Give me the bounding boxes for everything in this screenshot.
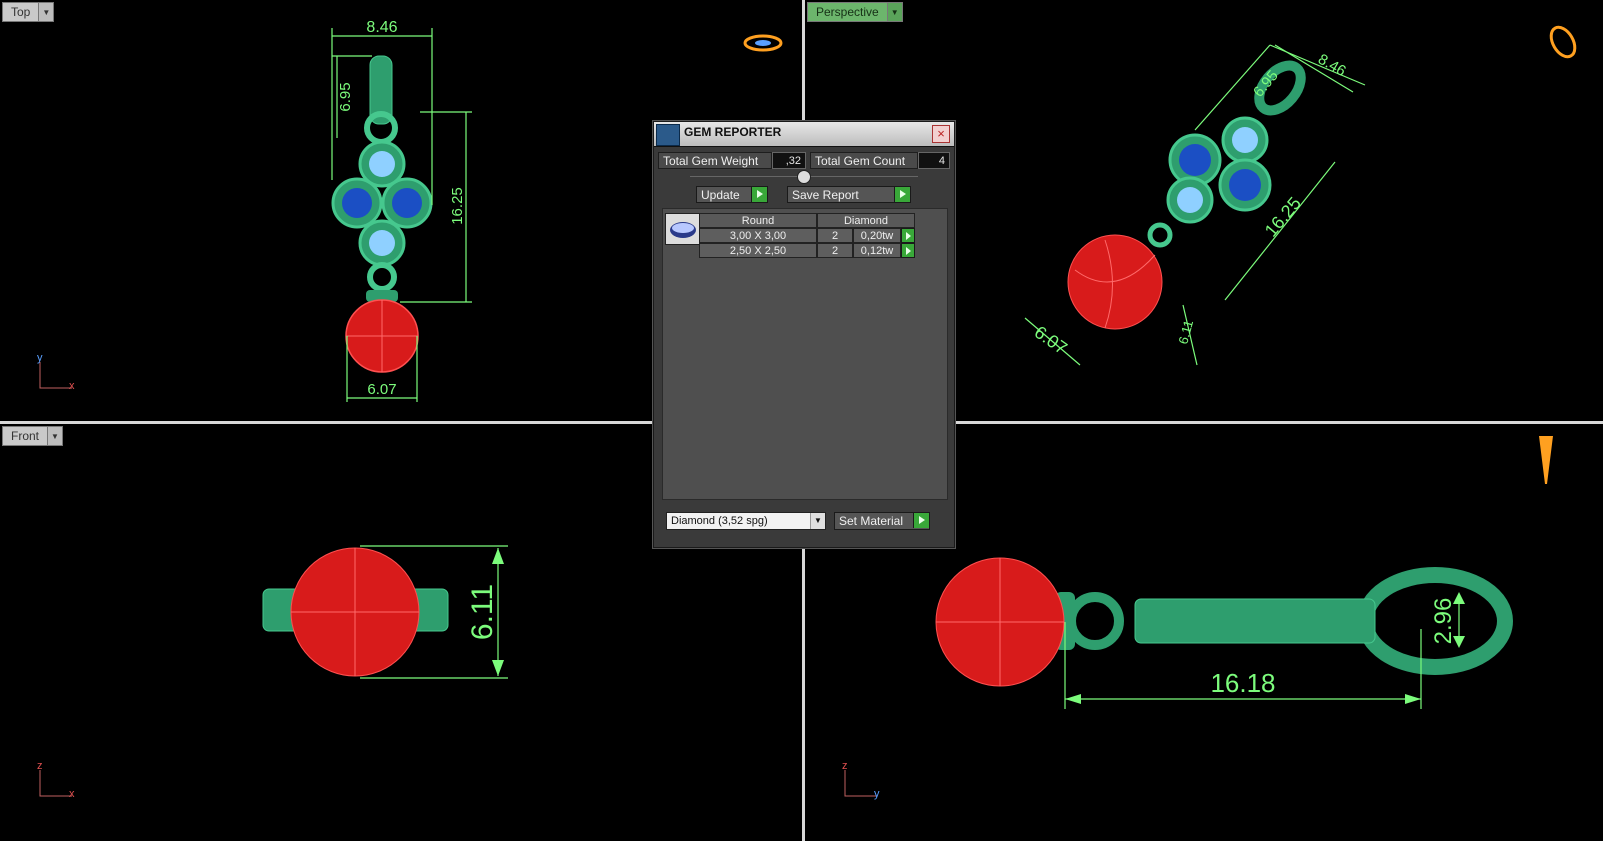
axis-x-label: x	[69, 788, 75, 800]
dim-ring-label: 2.96	[1430, 598, 1457, 645]
set-material-button-label: Set Material	[839, 514, 904, 528]
axis-gizmo	[39, 770, 72, 797]
material-select[interactable]: Diamond (3,52 spg) ▼	[666, 512, 826, 530]
table-cell-count: 2	[817, 243, 853, 258]
axis-z-label: z	[842, 760, 848, 772]
gem-reporter-icon	[656, 124, 680, 146]
gem-thumbnail	[665, 213, 701, 245]
gem-left	[342, 188, 372, 218]
gem-report-panel: Round Diamond 3,00 X 3,00 2 0,20tw 2,50 …	[662, 208, 948, 500]
dim-ball-depth-label: 6.11	[1175, 318, 1196, 345]
row-select-arrow-icon[interactable]	[901, 243, 915, 258]
table-cell-size: 3,00 X 3,00	[699, 228, 817, 243]
collapse-toggle-icon[interactable]	[797, 170, 811, 184]
set-material-button[interactable]: Set Material	[834, 512, 930, 530]
table-header-shape: Round	[699, 213, 817, 228]
table-header-material: Diamond	[817, 213, 915, 228]
total-gem-weight-label: Total Gem Weight	[658, 152, 772, 169]
dim-bail-label: 6.95	[337, 82, 354, 111]
axis-y-label: y	[874, 788, 880, 800]
table-cell-size: 2,50 X 2,50	[699, 243, 817, 258]
dim-cluster-label: 16.25	[449, 187, 466, 225]
dim-height-label: 6.11	[466, 584, 499, 640]
pendant-body	[1134, 598, 1376, 644]
dim-cluster-label: 16.25	[1261, 193, 1305, 240]
total-gem-count-value: 4	[918, 152, 950, 169]
gem-top	[369, 151, 395, 177]
gem-reporter-dialog: GEM REPORTER × Total Gem Weight ,32 Tota…	[653, 121, 955, 548]
table-cell-weight: 0,12tw	[853, 243, 901, 258]
viewport-label-text: Perspective	[816, 5, 879, 19]
row-select-arrow-icon[interactable]	[901, 228, 915, 243]
view-pendant-icon[interactable]	[1539, 436, 1553, 484]
gem-right	[392, 188, 422, 218]
save-report-button-label: Save Report	[792, 188, 859, 202]
chevron-down-icon[interactable]: ▼	[886, 3, 902, 21]
axis-z-label: z	[37, 760, 43, 772]
viewport-label-text: Top	[11, 5, 31, 19]
play-arrow-icon	[913, 513, 929, 528]
viewport-label-front[interactable]: Front ▼	[2, 426, 64, 446]
axis-y-label: y	[37, 352, 43, 364]
dim-length-label: 16.18	[1210, 668, 1275, 698]
dim-width-label: 8.46	[366, 19, 397, 36]
axis-x-label: x	[69, 380, 75, 392]
total-gem-weight-value: ,32	[772, 152, 806, 169]
viewport-label-top[interactable]: Top ▼	[2, 2, 55, 22]
ruby-ball	[1067, 234, 1163, 330]
material-select-value: Diamond (3,52 spg)	[671, 515, 768, 527]
chevron-down-icon[interactable]: ▼	[47, 427, 63, 445]
chevron-down-icon[interactable]: ▼	[810, 513, 825, 529]
update-button[interactable]: Update	[696, 186, 768, 203]
dim-ball-label: 6.07	[367, 381, 396, 398]
dialog-title: GEM REPORTER	[684, 125, 782, 139]
axis-gizmo	[844, 770, 877, 797]
axis-gizmo	[39, 362, 72, 389]
table-cell-count: 2	[817, 228, 853, 243]
play-arrow-icon	[894, 187, 910, 202]
dialog-title-bar[interactable]: GEM REPORTER ×	[654, 122, 954, 147]
view-ring-icon[interactable]	[1546, 23, 1579, 61]
close-icon[interactable]: ×	[932, 125, 950, 143]
viewport-label-text: Front	[11, 429, 40, 443]
table-cell-weight: 0,20tw	[853, 228, 901, 243]
viewport-label-perspective[interactable]: Perspective ▼	[807, 2, 903, 22]
round-gem-icon	[670, 222, 696, 238]
total-gem-count-label: Total Gem Count	[810, 152, 918, 169]
save-report-button[interactable]: Save Report	[787, 186, 911, 203]
gem-bottom	[369, 230, 395, 256]
update-button-label: Update	[701, 188, 740, 202]
play-arrow-icon	[751, 187, 767, 202]
chevron-down-icon[interactable]: ▼	[38, 3, 54, 21]
